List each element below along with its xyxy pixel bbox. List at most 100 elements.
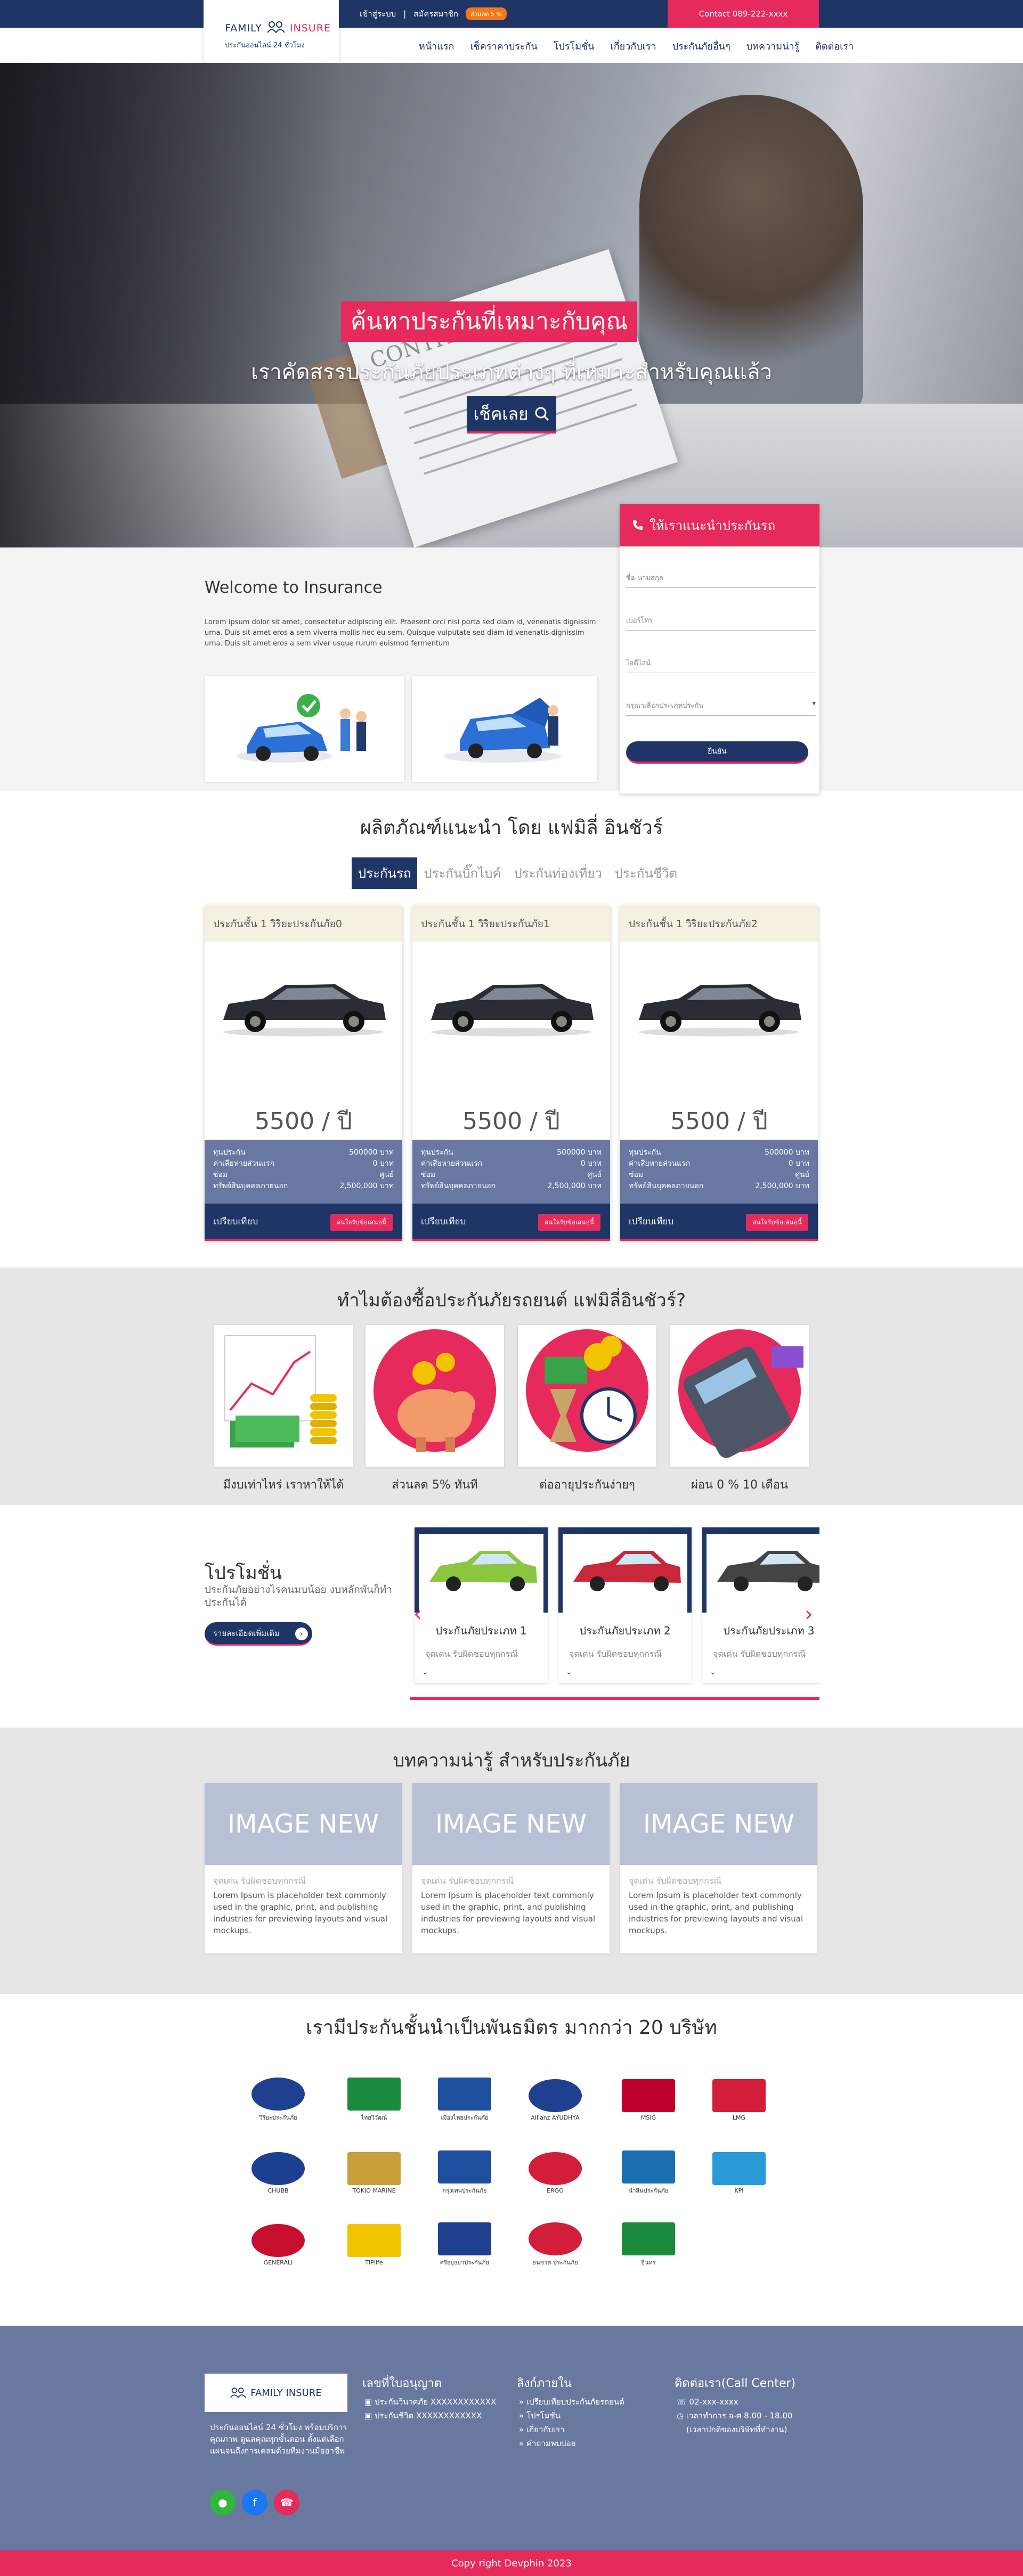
promo-slide[interactable]: ประกันภัยประเภท 3 จุดเด่น รับผิดชอบทุกกรณ… (702, 1527, 819, 1683)
clock-coins-icon (545, 1336, 637, 1444)
why-label: ต่ออายุประกันง่ายๆ (539, 1478, 635, 1492)
nav-item[interactable]: โปรโมชั่น (554, 38, 595, 54)
footer-link-label: โปรโมชั่น (526, 2411, 561, 2420)
footer-link[interactable]: » เกี่ยวกับเรา (519, 2423, 624, 2436)
info-row: ทุนประกัน 500000 บาท (629, 1147, 809, 1158)
product-info: ทุนประกัน 500000 บาท ค่าเสียหายส่วนแรก 0 บา… (205, 1140, 402, 1204)
footer-link-label: เปรียบเทียบประกันภัยรถยนต์ (526, 2397, 624, 2407)
car-image-wrap (423, 969, 599, 1038)
check-now-label: เช็คเลย (473, 403, 529, 424)
compare-link[interactable]: เปรียบเทียบ (421, 1214, 466, 1229)
more-details-button[interactable]: รายละเอียดเพิ่มเติม › (205, 1622, 312, 1646)
check-now-button[interactable]: เช็คเลย (467, 396, 556, 434)
promotion-section: โปรโมชั่น ประกันภัยอย่างไรคนมบน้อย งบหลั… (0, 1505, 1023, 1728)
submit-button[interactable]: ยืนยัน (626, 741, 808, 764)
partner-logo-mark (251, 2078, 305, 2111)
slide-title: ประกันภัยประเภท 1 (435, 1624, 527, 1637)
family-icon (267, 21, 285, 34)
slide-title: ประกันภัยประเภท 2 (579, 1624, 671, 1637)
more-details-label: รายละเอียดเพิ่มเติม (213, 1628, 280, 1638)
form-header: ให้เราแนะนำประกันรถ (620, 504, 819, 546)
product-tabs: ประกันรถ ประกันบิ๊กไบค์ ประกันท่องเที่ยว ปร… (352, 857, 684, 889)
partner-logo-mark (347, 2078, 401, 2111)
why-card-budget (214, 1325, 353, 1467)
info-value: ศูนย์ (379, 1171, 394, 1179)
buy-button[interactable]: สนใจรับข้อเสนอนี้ (538, 1214, 600, 1231)
license-item: ▣ ประกันชีวิต XXXXXXXXXXXX (364, 2411, 482, 2420)
tab-2[interactable]: ประกันท่องเที่ยว (507, 857, 608, 889)
partner-logo: MSIG (616, 2071, 680, 2129)
promo-slide[interactable]: ประกันภัยประเภท 2 จุดเด่น รับผิดชอบทุกกรณ… (558, 1527, 692, 1683)
contact-button[interactable]: Contact 089-222-xxxx (668, 0, 819, 28)
footer: FAMILY INSURE ประกันออนไลน์ 24 ชั่วโมง พ… (0, 2326, 1023, 2550)
footer-brand: FAMILY INSURE (250, 2387, 322, 2399)
nav-item[interactable]: เช็คราคาประกัน (470, 38, 537, 54)
partner-logo: นำสินประกันภัย (616, 2144, 680, 2202)
buy-button[interactable]: สนใจรับข้อเสนอนี้ (330, 1214, 393, 1231)
name-field[interactable]: ชื่อ-นามสกุล (626, 572, 816, 588)
partner-logo: CHUBB (246, 2144, 310, 2202)
nav-item[interactable]: เกี่ยวกับเรา (611, 38, 656, 54)
article-card[interactable]: IMAGE NEW จุดเด่น รับผิดชอบทุกกรณี Lorem I… (205, 1783, 402, 1953)
slide-image-frame (702, 1527, 819, 1613)
nav-item[interactable]: ประกันภัยอื่นๆ (672, 38, 730, 54)
partner-logo-text: Allianz AYUDHYA (531, 2114, 580, 2121)
family-icon (230, 2387, 247, 2398)
article-card[interactable]: IMAGE NEW จุดเด่น รับผิดชอบทุกกรณี Lorem I… (412, 1783, 610, 1953)
product-card: ประกันชั้น 1 วิริยะประกันภัย0 5500 / ปี ทุ… (205, 905, 402, 1241)
chevron-right-icon[interactable]: › (805, 1602, 813, 1626)
line-icon[interactable]: ● (210, 2490, 236, 2515)
footer-logo[interactable]: FAMILY INSURE (205, 2374, 347, 2412)
line-id-field[interactable]: ไอดีไลน์ (626, 657, 816, 673)
partners-title: เรามีประกันชั้นนำเป็นพันธมิตร มากกว่า 20… (306, 2017, 717, 2039)
separator: | (403, 9, 407, 19)
top-bar: เข้าสู่ระบบ | สมัครสมาชิก ส่วนลด 5 % Con… (0, 0, 1023, 28)
slide-desc: จุดเด่น รับผิดชอบทุกกรณี (713, 1649, 806, 1659)
buy-button[interactable]: สนใจรับข้อเสนอนี้ (746, 1214, 808, 1231)
nav-item[interactable]: บทความน่ารู้ (746, 38, 800, 54)
product-price: 5500 / ปี (670, 1108, 768, 1135)
footer-link[interactable]: » โปรโมชั่น (519, 2409, 624, 2423)
chevron-left-icon[interactable]: ‹ (413, 1602, 422, 1626)
partner-logo-mark (251, 2223, 305, 2257)
contact-phone-value: 02-xxx-xxxx (689, 2397, 738, 2407)
footer-links: » เปรียบเทียบประกันภัยรถยนต์ » โปรโมชั่น… (519, 2395, 624, 2450)
chevron-down-icon[interactable]: ⌄ (566, 1668, 572, 1677)
info-key: ค่าเสียหายส่วนแรก (629, 1159, 691, 1168)
info-value: 500000 บาท (765, 1148, 809, 1157)
partner-logo-mark (529, 2222, 582, 2255)
footer-link[interactable]: » เปรียบเทียบประกันภัยรถยนต์ (519, 2395, 624, 2409)
tab-0[interactable]: ประกันรถ (352, 857, 418, 889)
contact-phone[interactable]: ☏ 02-xxx-xxxx (677, 2395, 792, 2409)
login-link[interactable]: เข้าสู่ระบบ (360, 7, 396, 20)
tab-1[interactable]: ประกันบิ๊กไบค์ (417, 857, 507, 889)
chevron-down-icon[interactable]: ⌄ (422, 1668, 428, 1677)
slide-image (419, 1534, 543, 1613)
compare-link[interactable]: เปรียบเทียบ (629, 1214, 673, 1229)
article-caption: จุดเด่น รับผิดชอบทุกกรณี (421, 1876, 514, 1886)
chevron-down-icon[interactable]: ⌄ (710, 1668, 716, 1677)
register-link[interactable]: สมัครสมาชิก (413, 7, 458, 20)
facebook-icon[interactable]: f (242, 2490, 267, 2515)
product-info: ทุนประกัน 500000 บาท ค่าเสียหายส่วนแรก 0 บา… (620, 1140, 818, 1204)
tab-3[interactable]: ประกันชีวิต (608, 857, 684, 889)
phone-icon[interactable]: ☎ (274, 2490, 299, 2515)
info-key: ทรัพย์สินบุคคลภายนอก (629, 1182, 704, 1190)
car-check-illustration (237, 694, 367, 763)
slide-image-frame (558, 1527, 692, 1613)
compare-link[interactable]: เปรียบเทียบ (213, 1214, 258, 1229)
promo-slide[interactable]: ประกันภัยประเภท 1 จุดเด่น รับผิดชอบทุกกรณ… (415, 1527, 548, 1683)
footer-link[interactable]: » คำถามพบบ่อย (519, 2436, 624, 2450)
info-row: ทุนประกัน 500000 บาท (421, 1147, 602, 1158)
nav-item[interactable]: ติดต่อเรา (815, 38, 854, 54)
insurance-type-select[interactable]: กรุณาเลือกประเภทประกัน ▾ (626, 700, 816, 716)
partner-logo-mark (251, 2152, 305, 2185)
info-row: ค่าเสียหายส่วนแรก 0 บาท (213, 1158, 394, 1170)
info-key: ซ่อม (421, 1171, 436, 1179)
nav-item[interactable]: หน้าแรก (419, 38, 454, 54)
article-card[interactable]: IMAGE NEW จุดเด่น รับผิดชอบทุกกรณี Lorem I… (620, 1783, 817, 1953)
info-value: ศูนย์ (795, 1171, 809, 1179)
articles-section: บทความน่ารู้ สำหรับประกันภัย IMAGE NEW จุ… (0, 1728, 1023, 1994)
copyright-bar: Copy right Devphin 2023 (0, 2550, 1023, 2576)
phone-field[interactable]: เบอร์โทร (626, 615, 816, 631)
